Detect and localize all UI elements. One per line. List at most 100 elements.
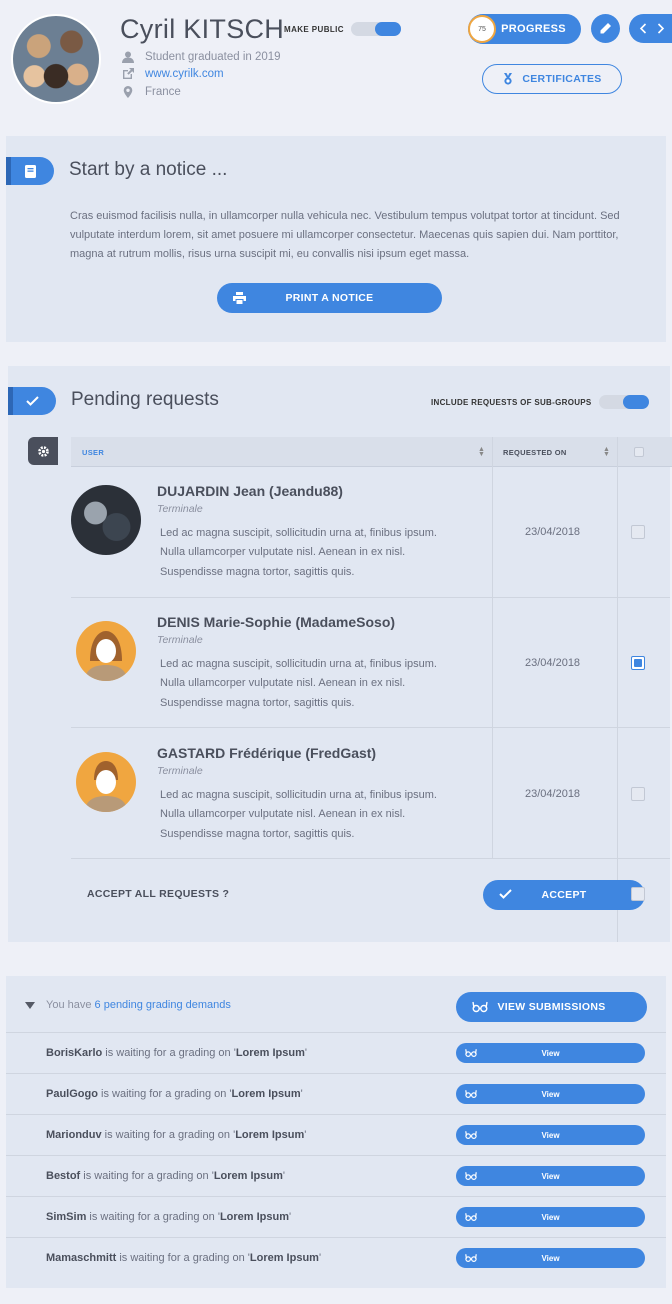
grading-row: BorisKarlo is waiting for a grading on '… xyxy=(6,1032,666,1073)
grading-item: Lorem Ipsum xyxy=(235,1129,305,1141)
notice-tab xyxy=(6,157,54,185)
make-public-toggle[interactable] xyxy=(351,22,401,36)
gear-icon xyxy=(37,445,49,457)
notice-text: Cras euismod facilisis nulla, in ullamco… xyxy=(70,210,620,260)
user-icon xyxy=(122,51,134,63)
profile-website-row: www.cyrilk.com xyxy=(122,68,224,80)
book-icon xyxy=(24,164,36,178)
request-avatar xyxy=(76,752,136,812)
glasses-icon xyxy=(465,1254,477,1262)
glasses-icon xyxy=(465,1213,477,1221)
male-avatar-icon xyxy=(84,761,128,812)
edit-profile-button[interactable] xyxy=(591,14,620,43)
request-date: 23/04/2018 xyxy=(525,657,581,669)
check-icon xyxy=(25,396,39,406)
external-link-icon xyxy=(123,68,134,79)
request-checkbox[interactable] xyxy=(631,787,645,801)
map-pin-icon xyxy=(123,86,133,98)
grading-row: SimSim is waiting for a grading on 'Lore… xyxy=(6,1196,666,1237)
view-button[interactable]: View xyxy=(456,1166,645,1186)
female-avatar-icon xyxy=(84,631,128,681)
request-class: Terminale xyxy=(157,765,203,777)
glasses-icon xyxy=(465,1049,477,1057)
request-name[interactable]: GASTARD Frédérique (FredGast) xyxy=(157,745,376,761)
grading-item: Lorem Ipsum xyxy=(231,1088,301,1100)
grading-row: PaulGogo is waiting for a grading on 'Lo… xyxy=(6,1073,666,1114)
grading-row-text: SimSim is waiting for a grading on 'Lore… xyxy=(46,1211,292,1223)
grading-item: Lorem Ipsum xyxy=(213,1170,283,1182)
pending-grading-link[interactable]: 6 pending grading demands xyxy=(95,999,231,1011)
column-requested-on[interactable]: REQUESTED ON xyxy=(503,437,567,467)
table-settings-button[interactable] xyxy=(28,437,58,465)
caret-down-icon[interactable] xyxy=(25,1002,35,1009)
glasses-icon xyxy=(465,1172,477,1180)
glasses-icon xyxy=(465,1090,477,1098)
grading-row: Bestof is waiting for a grading on 'Lore… xyxy=(6,1155,666,1196)
column-user[interactable]: USER xyxy=(82,437,104,467)
grading-user[interactable]: SimSim xyxy=(46,1211,86,1223)
grading-summary: You have 6 pending grading demands xyxy=(46,999,231,1011)
view-button[interactable]: View xyxy=(456,1125,645,1145)
include-subgroups-toggle[interactable] xyxy=(599,395,649,409)
grading-user[interactable]: PaulGogo xyxy=(46,1088,98,1100)
profile-navigation xyxy=(629,14,672,43)
grading-user[interactable]: Mamaschmitt xyxy=(46,1252,116,1264)
profile-website-link[interactable]: www.cyrilk.com xyxy=(145,68,224,80)
request-description: Led ac magna suscipit, sollicitudin urna… xyxy=(160,527,437,578)
pending-tab xyxy=(8,387,56,415)
request-checkbox[interactable] xyxy=(631,525,645,539)
view-submissions-button[interactable]: VIEW SUBMISSIONS xyxy=(456,992,647,1022)
table-header: USER ▲ ▼ REQUESTED ON ▲ ▼ xyxy=(71,437,672,467)
request-avatar xyxy=(71,485,141,555)
sort-user-icon[interactable]: ▲ ▼ xyxy=(478,446,485,458)
glasses-icon xyxy=(472,1001,488,1013)
grading-user[interactable]: BorisKarlo xyxy=(46,1047,102,1059)
grading-user[interactable]: Marionduv xyxy=(46,1129,102,1141)
printer-icon xyxy=(233,292,246,304)
profile-avatar xyxy=(11,14,101,104)
check-icon xyxy=(499,889,512,899)
request-class: Terminale xyxy=(157,503,203,515)
view-button[interactable]: View xyxy=(456,1207,645,1227)
profile-location: France xyxy=(122,86,181,98)
make-public-label: MAKE PUBLIC xyxy=(284,25,344,34)
chevron-left-icon[interactable] xyxy=(639,23,647,34)
request-description: Led ac magna suscipit, sollicitudin urna… xyxy=(160,658,437,709)
notice-title: Start by a notice ... xyxy=(69,159,228,180)
select-all-checkbox[interactable] xyxy=(634,447,644,457)
certificates-button[interactable]: CERTIFICATES xyxy=(482,64,622,94)
accept-button[interactable]: ACCEPT xyxy=(483,880,645,910)
request-name[interactable]: DUJARDIN Jean (Jeandu88) xyxy=(157,483,343,499)
accept-all-checkbox[interactable] xyxy=(631,887,645,901)
progress-ring: 75 xyxy=(468,15,496,43)
request-date: 23/04/2018 xyxy=(525,788,581,800)
accept-all-label: ACCEPT ALL REQUESTS ? xyxy=(87,888,230,900)
request-checkbox[interactable] xyxy=(631,656,645,670)
view-button[interactable]: View xyxy=(456,1043,645,1063)
view-button[interactable]: View xyxy=(456,1084,645,1104)
profile-status: Student graduated in 2019 xyxy=(122,51,281,63)
grading-item: Lorem Ipsum xyxy=(219,1211,290,1223)
pencil-icon xyxy=(600,23,611,34)
request-date: 23/04/2018 xyxy=(525,526,581,538)
grading-row-text: Mamaschmitt is waiting for a grading on … xyxy=(46,1252,322,1264)
medal-icon xyxy=(504,73,513,85)
grading-row: Marionduv is waiting for a grading on 'L… xyxy=(6,1114,666,1155)
request-description: Led ac magna suscipit, sollicitudin urna… xyxy=(160,789,437,840)
profile-name: Cyril KITSCH xyxy=(120,14,285,44)
view-button[interactable]: View xyxy=(456,1248,645,1268)
request-avatar xyxy=(76,621,136,681)
grading-row-text: Bestof is waiting for a grading on 'Lore… xyxy=(46,1170,285,1182)
chevron-right-icon[interactable] xyxy=(657,23,665,34)
request-name[interactable]: DENIS Marie-Sophie (MadameSoso) xyxy=(157,614,395,630)
grading-item: Lorem Ipsum xyxy=(249,1252,319,1264)
pending-title: Pending requests xyxy=(71,389,219,410)
print-notice-button[interactable]: PRINT A NOTICE xyxy=(217,283,442,313)
grading-row-text: Marionduv is waiting for a grading on 'L… xyxy=(46,1129,307,1141)
grading-item: Lorem Ipsum xyxy=(235,1047,305,1059)
sort-date-icon[interactable]: ▲ ▼ xyxy=(603,446,610,458)
include-subgroups-label: INCLUDE REQUESTS OF SUB-GROUPS xyxy=(431,398,592,407)
request-class: Terminale xyxy=(157,634,203,646)
grading-user[interactable]: Bestof xyxy=(46,1170,80,1182)
grading-row-text: PaulGogo is waiting for a grading on 'Lo… xyxy=(46,1088,303,1100)
